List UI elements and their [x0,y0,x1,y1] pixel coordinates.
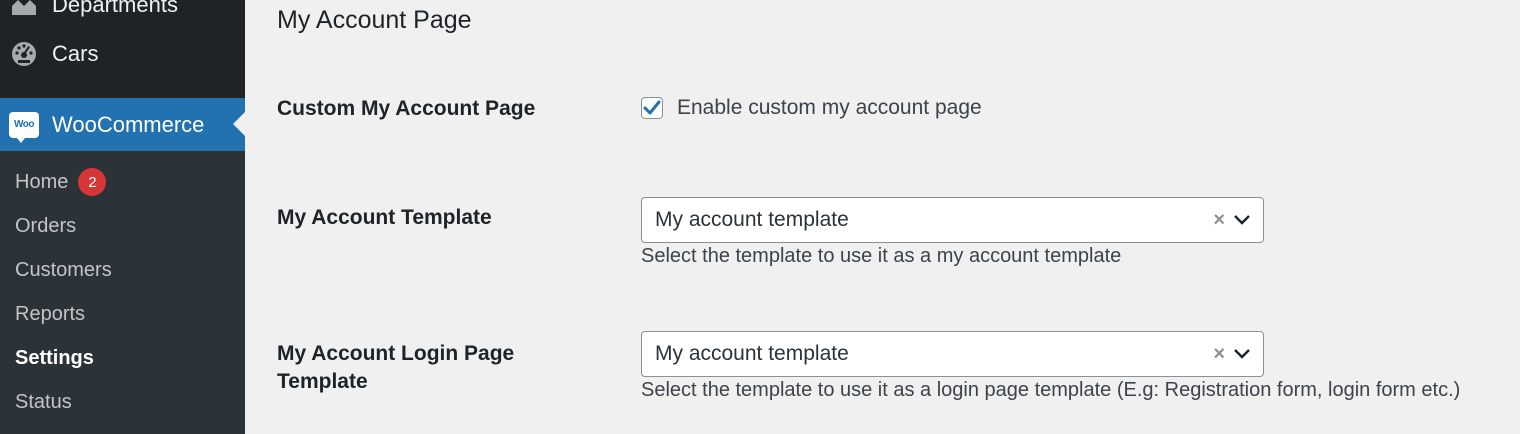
checkmark-icon [643,100,661,115]
submenu-item-settings[interactable]: Settings [15,343,94,373]
clear-icon[interactable]: × [1213,343,1225,366]
submenu-item-status[interactable]: Status [15,387,72,417]
notification-badge: 2 [78,168,107,196]
custom-my-account-label: Custom My Account Page [277,97,536,120]
page-title: My Account Page [277,6,472,34]
chevron-down-icon[interactable] [1233,348,1251,360]
label-line: Template [277,370,368,393]
submenu-item-label: Customers [15,258,112,281]
my-account-template-label: My Account Template [277,206,492,229]
submenu-item-home[interactable]: Home 2 [15,167,107,197]
submenu-item-label: Settings [15,346,94,369]
label-line: My Account Login Page [277,342,515,365]
settings-content: My Account Page Custom My Account Page E… [245,0,1520,434]
sidebar-item-departments[interactable]: Departments [0,0,245,22]
woocommerce-icon: Woo [9,111,39,143]
departments-icon [11,0,37,18]
woocommerce-submenu: Home 2 Orders Customers Reports Settings… [0,151,245,434]
clear-icon[interactable]: × [1213,209,1225,232]
login-page-template-description: Select the template to use it as a login… [641,379,1461,401]
submenu-item-label: Reports [15,302,86,325]
login-page-template-select[interactable]: My account template × [641,331,1264,377]
submenu-item-label: Status [15,390,72,413]
sidebar-item-label: WooCommerce [52,111,205,137]
sidebar-item-label: Departments [52,0,178,17]
sidebar-item-woocommerce[interactable]: Woo WooCommerce [0,98,245,151]
checkbox-label: Enable custom my account page [677,96,982,119]
submenu-item-reports[interactable]: Reports [15,299,85,329]
admin-sidebar: Departments Cars Woo WooCommerce Home 2 [0,0,245,434]
my-account-template-description: Select the template to use it as a my ac… [641,245,1122,267]
active-menu-arrow [233,112,245,136]
select-value: My account template [655,208,849,231]
my-account-template-select[interactable]: My account template × [641,197,1264,243]
select-value: My account template [655,342,849,365]
submenu-item-label: Home [15,170,69,193]
dashboard-gauge-icon [11,41,37,67]
enable-custom-account-toggle[interactable]: Enable custom my account page [641,96,982,120]
submenu-item-label: Orders [15,214,77,237]
enable-custom-account-checkbox[interactable] [641,97,663,119]
sidebar-item-label: Cars [52,41,99,66]
login-page-template-label: My Account Login Page Template [277,340,577,396]
sidebar-item-cars[interactable]: Cars [0,37,245,71]
submenu-item-orders[interactable]: Orders [15,211,76,241]
submenu-item-customers[interactable]: Customers [15,255,112,285]
chevron-down-icon[interactable] [1233,214,1251,226]
